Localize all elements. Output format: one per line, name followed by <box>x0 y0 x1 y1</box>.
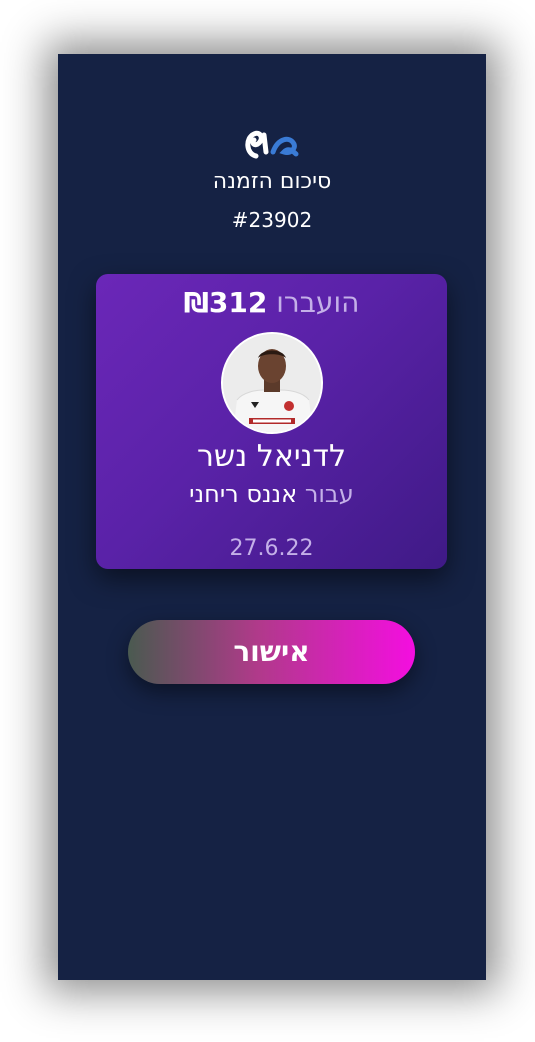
avatar <box>221 332 323 434</box>
transferred-label: הועברו <box>276 286 360 319</box>
transferred-amount: ₪312 <box>183 286 268 319</box>
order-number: #23902 <box>231 208 313 232</box>
app-screen: סיכום הזמנה #23902 הועברו ₪312 לדניאל נש… <box>58 54 486 980</box>
app-logo-icon <box>245 130 299 159</box>
order-summary-card: הועברו ₪312 לדניאל נשר עבור אננס ריחני 2… <box>96 274 447 569</box>
confirm-button[interactable]: אישור <box>128 620 415 684</box>
product-line: עבור אננס ריחני <box>96 480 447 508</box>
app-logo <box>58 126 486 162</box>
page-title: סיכום הזמנה <box>212 169 332 194</box>
order-date: 27.6.22 <box>229 536 314 561</box>
transferred-line: הועברו ₪312 <box>96 286 447 319</box>
recipient-name: לדניאל נשר <box>197 439 346 474</box>
for-label: עבור <box>304 480 354 508</box>
product-name: אננס ריחני <box>189 480 298 508</box>
recipient-photo <box>223 334 321 432</box>
